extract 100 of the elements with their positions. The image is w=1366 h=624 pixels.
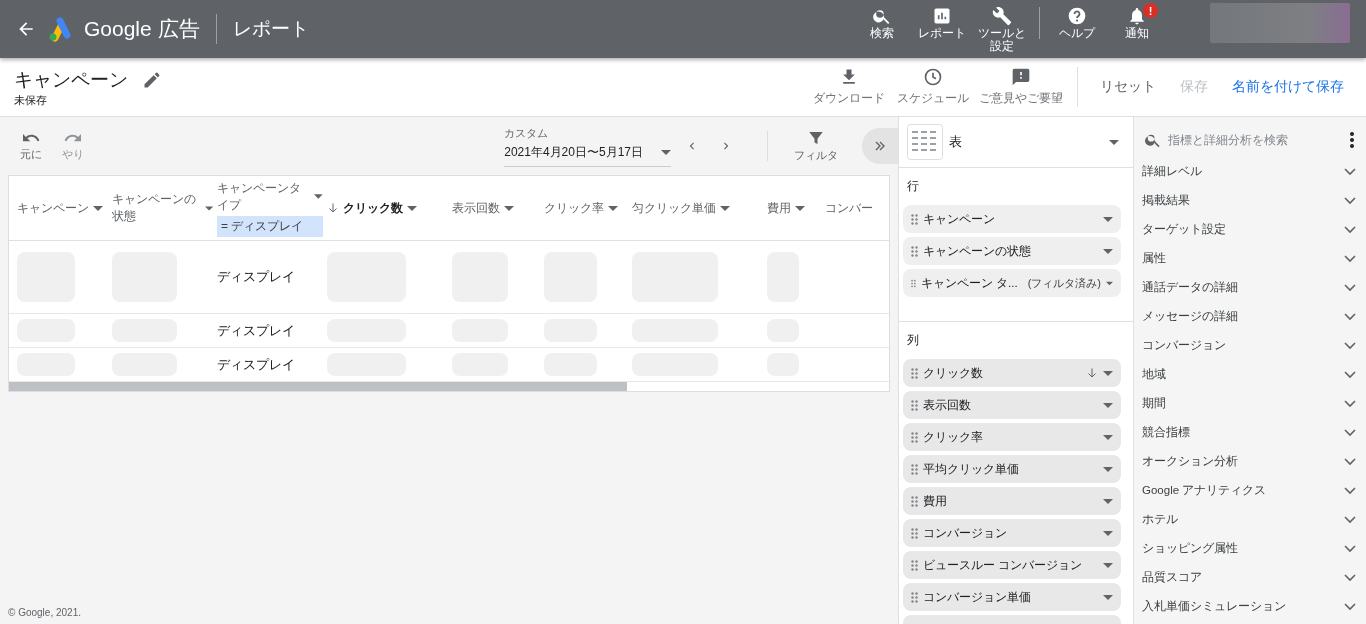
chevron-down-icon (1344, 486, 1356, 495)
category-item[interactable]: オークション分析 (1134, 447, 1366, 476)
category-item[interactable]: ターゲット設定 (1134, 215, 1366, 244)
dropdown-icon[interactable] (407, 205, 417, 211)
column-header[interactable]: コンバー (825, 199, 873, 217)
bar-chart-icon (932, 6, 952, 26)
section-title: 列 (906, 332, 920, 349)
category-item[interactable]: 属性 (1134, 244, 1366, 273)
drag-handle-icon[interactable] (911, 495, 918, 507)
dropdown-icon (1103, 562, 1113, 568)
drag-handle-icon[interactable] (911, 463, 918, 475)
table-cell: ディスプレイ (217, 268, 295, 286)
filter-icon (807, 129, 825, 147)
category-item[interactable]: メッセージの詳細 (1134, 302, 1366, 331)
column-chip[interactable]: クリック数 (903, 359, 1121, 387)
report-nav-button[interactable]: レポート (915, 3, 969, 41)
clock-icon (923, 67, 943, 87)
column-header[interactable]: クリック率 (544, 199, 604, 217)
column-chip[interactable]: コンバージョン (903, 519, 1121, 547)
dropdown-icon (1103, 216, 1113, 222)
column-header[interactable]: 匀クリック単価 (632, 199, 716, 217)
category-item[interactable]: 期間 (1134, 389, 1366, 418)
drag-handle-icon[interactable] (911, 213, 918, 225)
column-header[interactable]: キャンペーンタイプ (217, 179, 311, 214)
category-item[interactable]: コンバージョン (1134, 331, 1366, 360)
category-item[interactable]: Google アナリティクス (1134, 476, 1366, 505)
feedback-button[interactable]: ご意見やご要望 (979, 67, 1063, 107)
category-item[interactable]: 品質スコア (1134, 563, 1366, 592)
column-chip[interactable]: 表示回数 (903, 391, 1121, 419)
dropdown-icon (1109, 139, 1119, 145)
category-item[interactable]: 詳細レベル (1134, 157, 1366, 186)
dropdown-icon (1103, 248, 1113, 254)
column-header[interactable]: クリック数 (343, 199, 403, 217)
dropdown-icon (1103, 498, 1113, 504)
category-item[interactable]: 地域 (1134, 360, 1366, 389)
filter-chip[interactable]: = ディスプレイ (217, 215, 323, 237)
category-item[interactable]: 掲載結果 (1134, 186, 1366, 215)
section-title: 行 (906, 178, 920, 195)
dropdown-icon (661, 149, 671, 155)
dropdown-icon (1103, 370, 1113, 376)
drag-handle-icon[interactable] (911, 431, 918, 443)
schedule-button[interactable]: スケジュール (895, 67, 971, 107)
tools-nav-button[interactable]: ツールと設定 (975, 3, 1029, 54)
dropdown-icon[interactable] (795, 205, 805, 211)
category-item[interactable]: 入札単価シミュレーション (1134, 592, 1366, 621)
column-chip[interactable]: コンバージョン単価 (903, 583, 1121, 611)
date-range-dropdown[interactable]: 2021年4月20日〜5月17日 (504, 140, 671, 167)
drag-handle-icon[interactable] (911, 527, 918, 539)
dropdown-icon (1103, 530, 1113, 536)
row-chip[interactable]: キャンペーン タ... (フィルタ済み) (903, 269, 1121, 297)
column-chip[interactable]: ビュースルー コンバージョン (903, 551, 1121, 579)
table-cell: ディスプレイ (217, 321, 295, 340)
column-header[interactable]: キャンペーンの状態 (112, 191, 201, 225)
category-item[interactable]: ショッピング属性 (1134, 534, 1366, 563)
column-header[interactable]: 表示回数 (452, 199, 500, 217)
dropdown-icon[interactable] (314, 194, 323, 199)
chevron-down-icon (1344, 283, 1356, 292)
feedback-icon (1011, 67, 1031, 87)
category-item[interactable]: ホテル (1134, 505, 1366, 534)
dropdown-icon (1106, 280, 1113, 286)
column-header[interactable]: キャンペーン (17, 199, 89, 217)
chevron-down-icon (1344, 399, 1356, 408)
category-item[interactable]: 競合指標 (1134, 418, 1366, 447)
more-options-icon[interactable] (1350, 132, 1354, 148)
collapse-panel-button[interactable] (862, 128, 898, 164)
drag-handle-icon[interactable] (911, 245, 918, 257)
drag-handle-icon[interactable] (911, 399, 918, 411)
help-nav-button[interactable]: ヘルプ (1050, 3, 1104, 41)
drag-handle-icon[interactable] (911, 559, 918, 571)
filter-button[interactable]: フィルタ (788, 129, 844, 163)
bell-nav-button[interactable]: 通知 ! (1110, 3, 1164, 41)
dropdown-icon[interactable] (720, 205, 730, 211)
chevron-down-icon (1344, 254, 1356, 263)
column-chip[interactable]: クリック率 (903, 423, 1121, 451)
bell-icon (1127, 6, 1147, 26)
chart-type-dropdown[interactable]: 表 (899, 117, 1133, 168)
column-chip[interactable]: 平均クリック単価 (903, 455, 1121, 483)
undo-button[interactable]: 元に (14, 130, 48, 162)
drag-handle-icon[interactable] (911, 367, 918, 379)
table-chart-icon (907, 124, 943, 160)
search-field[interactable]: 指標と詳細分析を検索 (1144, 131, 1342, 149)
dropdown-icon[interactable] (204, 205, 213, 211)
text-button[interactable]: リセット (1092, 72, 1164, 102)
chevron-down-icon (1344, 341, 1356, 350)
row-chip[interactable]: キャンペーンの状態 (903, 237, 1121, 265)
dropdown-icon[interactable] (608, 205, 618, 211)
search-nav-button[interactable]: 検索 (855, 3, 909, 41)
row-chip[interactable]: キャンペーン (903, 205, 1121, 233)
text-button[interactable]: 名前を付けて保存 (1224, 72, 1352, 102)
scrollbar-thumb[interactable] (9, 382, 627, 391)
drag-handle-icon[interactable] (911, 591, 918, 603)
category-item[interactable]: 通話データの詳細 (1134, 273, 1366, 302)
dropdown-icon (1103, 466, 1113, 472)
dropdown-icon[interactable] (504, 205, 514, 211)
column-chip[interactable]: 費用 (903, 487, 1121, 515)
drag-handle-icon[interactable] (911, 277, 916, 289)
dropdown-icon[interactable] (93, 205, 103, 211)
wrench-icon (992, 6, 1012, 26)
download-button[interactable]: ダウンロード (811, 67, 887, 107)
column-header[interactable]: 費用 (767, 199, 791, 217)
